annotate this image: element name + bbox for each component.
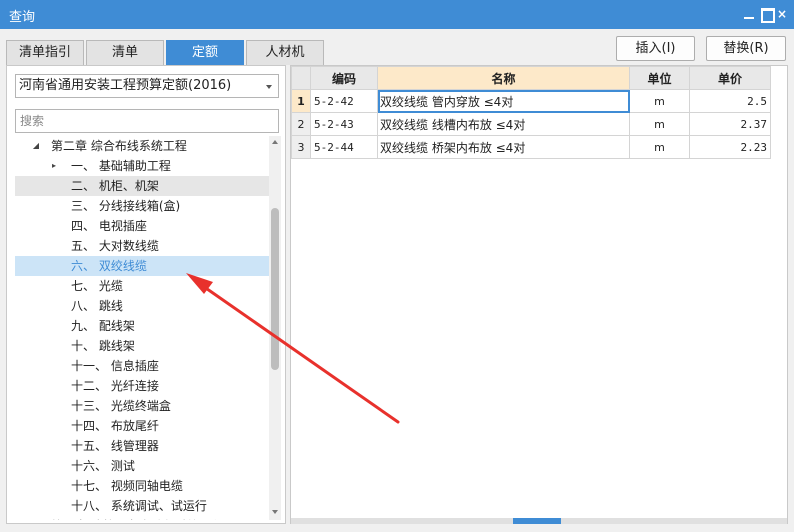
close-icon[interactable]: × (774, 6, 790, 22)
scroll-thumb[interactable] (271, 208, 279, 370)
tree-item-label: 十六、 测试 (71, 459, 135, 473)
scroll-grip-icon[interactable] (513, 518, 561, 524)
row-number[interactable]: 1 (291, 89, 311, 113)
tree-item[interactable]: 十五、 线管理器 (15, 436, 269, 456)
expand-icon[interactable]: ▸ (49, 156, 59, 176)
tree-item[interactable]: 十一、 信息插座 (15, 356, 269, 376)
column-header-code[interactable]: 编码 (310, 66, 378, 90)
tree-item-label: 十三、 光缆终端盒 (71, 399, 171, 413)
table-row[interactable]: 2 5-2-43 双绞线缆 线槽内布放 ≤4对 m 2.37 (291, 112, 771, 136)
tab-list[interactable]: 清单 (86, 40, 164, 65)
tree-item[interactable]: 二、 机柜、机架 (15, 176, 269, 196)
expand-icon[interactable]: ▸ (31, 516, 41, 520)
tab-list-guide[interactable]: 清单指引 (6, 40, 84, 65)
collapse-icon[interactable]: ◢ (31, 136, 41, 156)
table-header-row: 编码 名称 单位 单价 (291, 66, 771, 90)
cell-unit[interactable]: m (629, 135, 690, 159)
cell-name[interactable]: 双绞线缆 线槽内布放 ≤4对 (377, 112, 630, 136)
tree-item[interactable]: 八、 跳线 (15, 296, 269, 316)
row-number[interactable]: 2 (291, 112, 311, 136)
tree-item-label: 九、 配线架 (71, 319, 135, 333)
tree-item-label: 十四、 布放尾纤 (71, 419, 159, 433)
quota-library-value: 河南省通用安装工程预算定额(2016) (19, 78, 232, 93)
tree-item-label: 八、 跳线 (71, 299, 123, 313)
table-row[interactable]: 1 5-2-42 双绞线缆 管内穿放 ≤4对 m 2.5 (291, 89, 771, 113)
tree-item-label: 十、 跳线架 (71, 339, 135, 353)
row-number[interactable]: 3 (291, 135, 311, 159)
tree-item-label: 一、 基础辅助工程 (71, 159, 171, 173)
tree-item-label: 十二、 光纤连接 (71, 379, 159, 393)
chapter-tree: ◢ 第二章 综合布线系统工程 ▸ 一、 基础辅助工程 二、 机柜、机架三、 分线接线箱(… (15, 136, 269, 520)
tree-item[interactable]: 七、 光缆 (15, 276, 269, 296)
tree-item-label: 第二章 综合布线系统工程 (51, 139, 187, 153)
quota-grid-panel: 编码 名称 单位 单价 1 5-2-42 双绞线缆 管内穿放 ≤4对 m 2.5 2 5-2… (290, 65, 788, 524)
cell-code[interactable]: 5-2-43 (310, 112, 378, 136)
cell-name[interactable]: 双绞线缆 桥架内布放 ≤4对 (377, 135, 630, 159)
maximize-icon[interactable] (759, 6, 775, 23)
tree-item-label: 四、 电视插座 (71, 219, 147, 233)
tree-item-label: 第三章 建筑设备自动化系统工程 (51, 516, 223, 520)
cell-code[interactable]: 5-2-42 (310, 89, 378, 113)
minimize-icon[interactable] (741, 6, 757, 22)
tree-item[interactable]: 十二、 光纤连接 (15, 376, 269, 396)
query-dialog: 查询 × 清单指引 清单 定额 人材机 插入(I) 替换(R) 河南省通用安装工… (0, 0, 794, 532)
tree-item[interactable]: 六、 双绞线缆 (15, 256, 269, 276)
tree-item-label: 十一、 信息插座 (71, 359, 159, 373)
cell-price[interactable]: 2.37 (689, 112, 771, 136)
tree-item[interactable]: 十八、 系统调试、试运行 (15, 496, 269, 516)
cell-code[interactable]: 5-2-44 (310, 135, 378, 159)
tree-item[interactable]: 十四、 布放尾纤 (15, 416, 269, 436)
tree-item[interactable]: 四、 电视插座 (15, 216, 269, 236)
table-row[interactable]: 3 5-2-44 双绞线缆 桥架内布放 ≤4对 m 2.23 (291, 135, 771, 159)
column-header-price[interactable]: 单价 (689, 66, 771, 90)
search-input[interactable] (15, 109, 279, 133)
cell-price[interactable]: 2.23 (689, 135, 771, 159)
cell-price[interactable]: 2.5 (689, 89, 771, 113)
tree-item[interactable]: 九、 配线架 (15, 316, 269, 336)
row-number-header (291, 66, 311, 90)
quota-library-select[interactable]: 河南省通用安装工程预算定额(2016) (15, 74, 279, 98)
scroll-up-icon[interactable] (272, 140, 278, 144)
quota-table: 编码 名称 单位 单价 1 5-2-42 双绞线缆 管内穿放 ≤4对 m 2.5 2 5-2… (291, 66, 771, 159)
tree-item-label: 十五、 线管理器 (71, 439, 159, 453)
tree-item-label: 十七、 视频同轴电缆 (71, 479, 183, 493)
cell-unit[interactable]: m (629, 89, 690, 113)
tree-item-label: 三、 分线接线箱(盒) (71, 199, 181, 213)
tree-item[interactable]: 十七、 视频同轴电缆 (15, 476, 269, 496)
tree-item-label: 六、 双绞线缆 (71, 259, 147, 273)
replace-button[interactable]: 替换(R) (706, 36, 786, 61)
tree-item[interactable]: ▸ 一、 基础辅助工程 (15, 156, 269, 176)
title-bar[interactable]: 查询 × (0, 0, 794, 29)
tree-item[interactable]: 十六、 测试 (15, 456, 269, 476)
tree-item-label: 五、 大对数线缆 (71, 239, 159, 253)
tree-scrollbar[interactable] (269, 136, 281, 520)
tree-item-label: 二、 机柜、机架 (71, 179, 159, 193)
tree-item[interactable]: 三、 分线接线箱(盒) (15, 196, 269, 216)
tree-item-label: 十八、 系统调试、试运行 (71, 499, 207, 513)
cell-unit[interactable]: m (629, 112, 690, 136)
window-title: 查询 (9, 10, 36, 25)
column-header-name[interactable]: 名称 (377, 66, 630, 90)
column-header-unit[interactable]: 单位 (629, 66, 690, 90)
tree-item[interactable]: 十三、 光缆终端盒 (15, 396, 269, 416)
quota-tree-panel: 河南省通用安装工程预算定额(2016) ◢ 第二章 综合布线系统工程 ▸ 一、 基础辅… (6, 65, 286, 524)
tree-item[interactable]: ▸ 第三章 建筑设备自动化系统工程 (15, 516, 269, 520)
cell-name[interactable]: 双绞线缆 管内穿放 ≤4对 (377, 89, 630, 113)
tab-labor-material-machine[interactable]: 人材机 (246, 40, 324, 65)
insert-button[interactable]: 插入(I) (616, 36, 695, 61)
tree-item[interactable]: 十、 跳线架 (15, 336, 269, 356)
tree-item-label: 七、 光缆 (71, 279, 123, 293)
tree-item[interactable]: 五、 大对数线缆 (15, 236, 269, 256)
chevron-down-icon[interactable] (266, 85, 272, 89)
tab-quota[interactable]: 定额 (166, 40, 244, 65)
tree-item[interactable]: ◢ 第二章 综合布线系统工程 (15, 136, 269, 156)
grid-horizontal-scrollbar[interactable] (291, 518, 787, 524)
scroll-down-icon[interactable] (272, 510, 278, 514)
